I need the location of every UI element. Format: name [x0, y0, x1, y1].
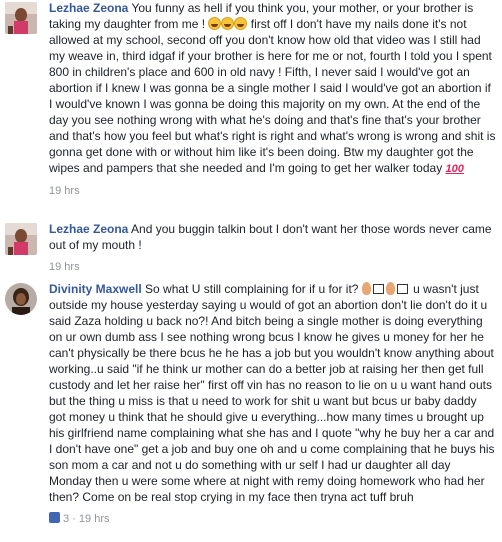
comment-thread: Lezhae Zeona You funny as hell if you th…: [0, 0, 502, 542]
laughing-emoji-icon: [221, 17, 235, 30]
avatar[interactable]: [5, 283, 37, 315]
comment-text-continued: u wasn't just outside my house yesterday…: [49, 282, 495, 504]
comment-author[interactable]: Divinity Maxwell: [49, 282, 142, 296]
comment-timestamp[interactable]: 19 hrs: [79, 513, 110, 525]
comment-meta: 3 · 19 hrs: [49, 511, 496, 527]
meta-separator: ·: [72, 513, 76, 525]
laughing-emoji-icon: [208, 17, 222, 30]
comment-author[interactable]: Lezhae Zeona: [49, 1, 128, 15]
laughing-emoji-icon: [234, 17, 248, 30]
comment-timestamp[interactable]: 19 hrs: [49, 185, 80, 197]
comment-meta: 19 hrs: [49, 259, 496, 275]
comment-timestamp[interactable]: 19 hrs: [49, 261, 80, 273]
comment-text-continued: first off I don't have my nails done it'…: [49, 17, 496, 175]
ear-emoji-icon: [361, 282, 371, 295]
ear-emoji-icon: [385, 282, 395, 295]
comment-text: So what U still complaining for if u for…: [145, 282, 359, 296]
missing-glyph-icon: [372, 284, 384, 294]
avatar[interactable]: [5, 223, 37, 255]
missing-glyph-icon: [396, 284, 408, 294]
comment-author[interactable]: Lezhae Zeona: [49, 222, 128, 236]
like-icon[interactable]: [49, 512, 60, 523]
like-count[interactable]: 3: [63, 513, 69, 525]
hundred-points-emoji-icon: 100: [445, 163, 464, 175]
avatar[interactable]: [5, 2, 37, 34]
comment-meta: 19 hrs: [49, 183, 496, 199]
